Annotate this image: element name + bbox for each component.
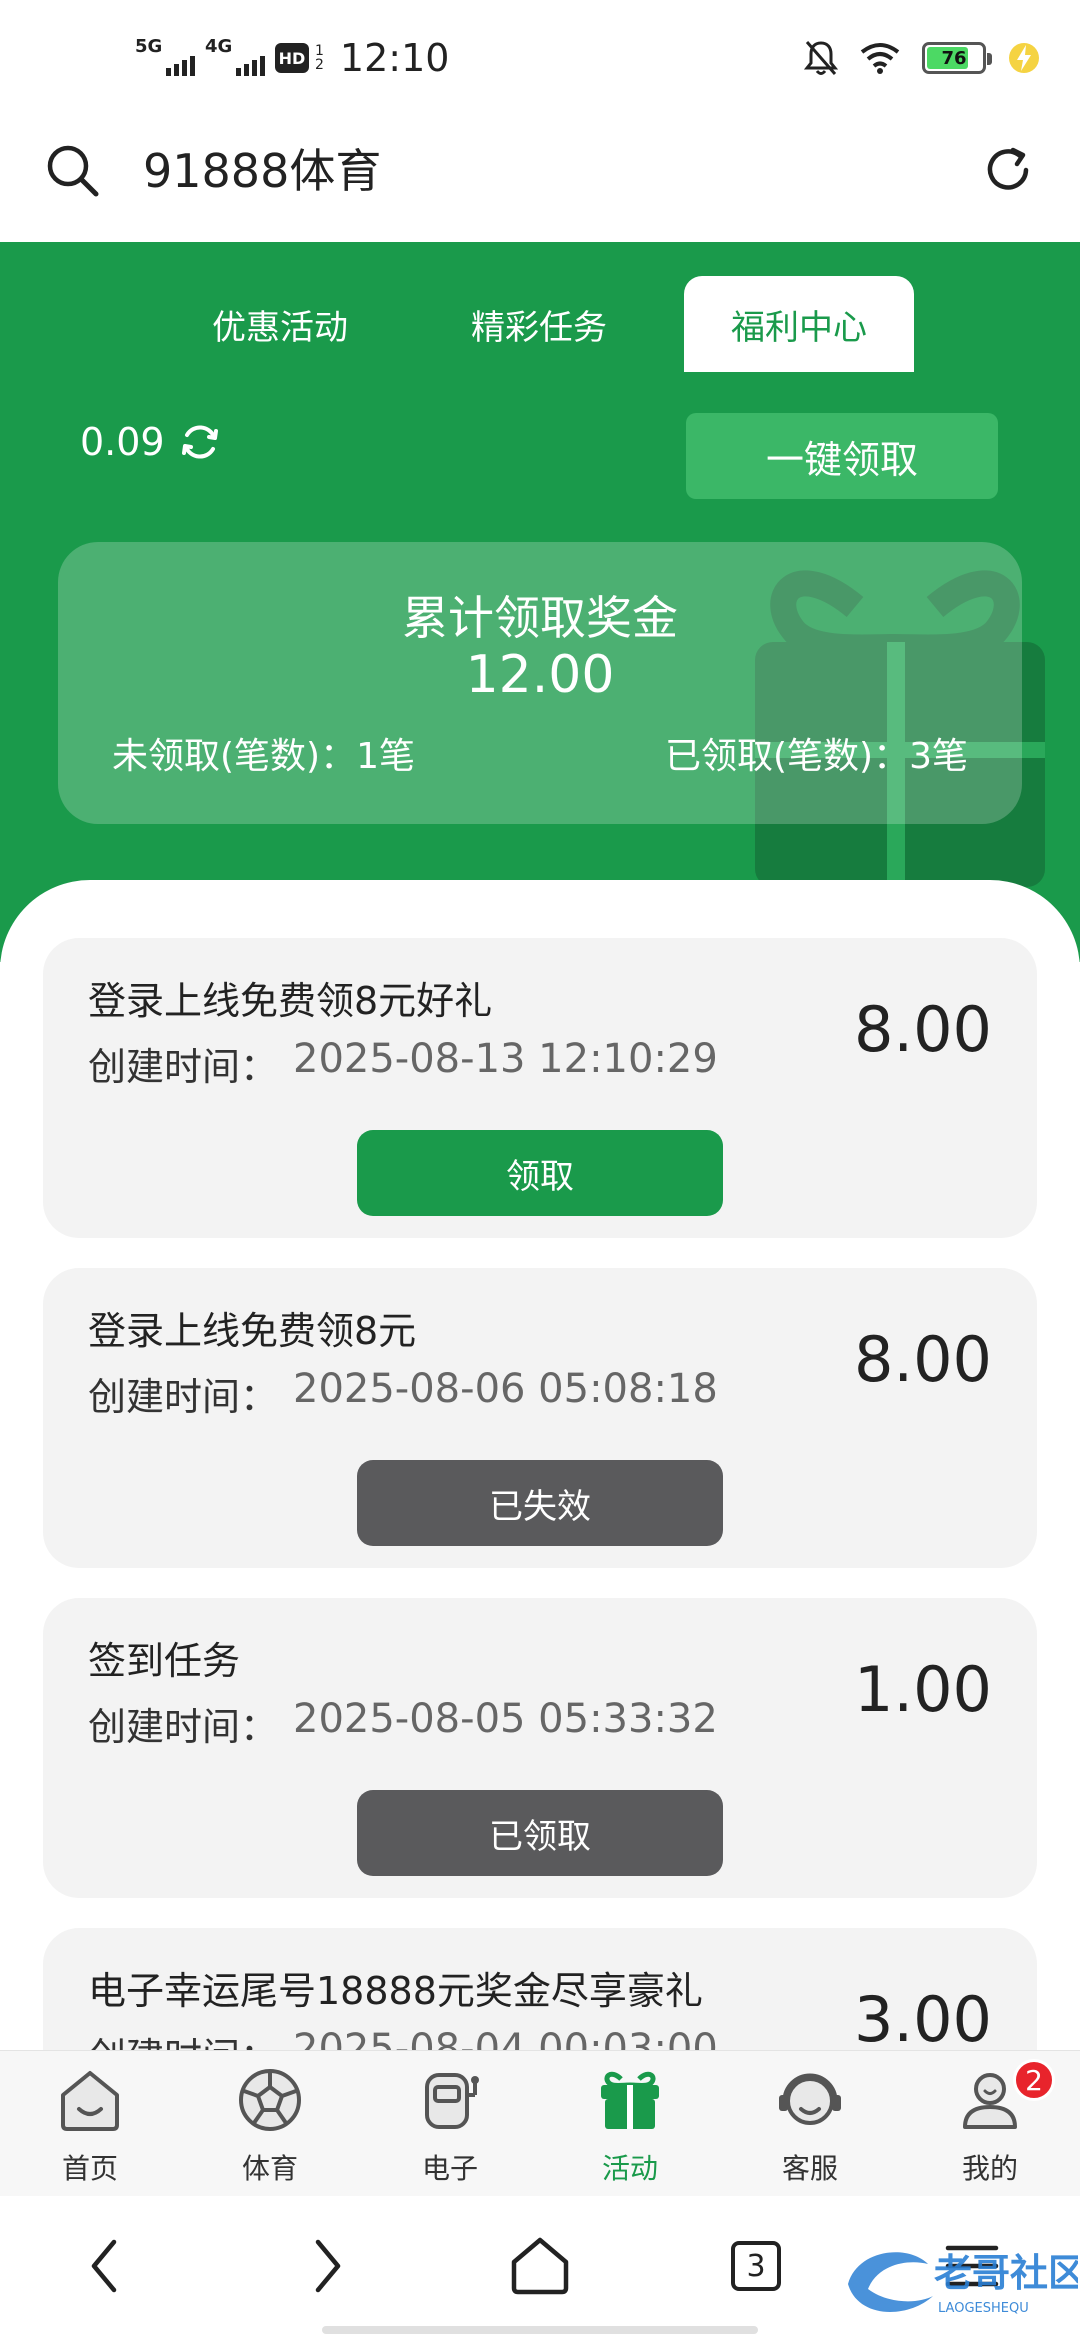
record-title: 登录上线免费领8元好礼 bbox=[88, 979, 493, 1023]
balance: 0.09 bbox=[80, 420, 221, 464]
welfare-panel: 优惠活动 精彩任务 福利中心 0.09 一键领取 累计领取奖金 12.00 未领… bbox=[0, 242, 1080, 962]
tabbar-label-sports: 体育 bbox=[241, 2152, 298, 2185]
tabbar-label-home: 首页 bbox=[61, 2152, 118, 2185]
claimed-count: 已领取(笔数)：3笔 bbox=[665, 736, 968, 777]
claim-all-button[interactable]: 一键领取 bbox=[686, 413, 998, 499]
headset-icon bbox=[779, 2073, 841, 2125]
hd-slot-top: 1 bbox=[315, 43, 324, 59]
charging-icon bbox=[1009, 43, 1039, 73]
home-indicator[interactable] bbox=[322, 2326, 758, 2334]
record-amount: 3.00 bbox=[853, 1983, 992, 2050]
system-navigation-bar: 3 老哥社区 LAOGESHEQU bbox=[0, 2196, 1080, 2340]
signal-5g-label: 5G bbox=[135, 36, 163, 57]
refresh-icon[interactable] bbox=[980, 142, 1036, 198]
tabbar-item-home[interactable]: 首页 bbox=[0, 2051, 180, 2197]
expired-button[interactable]: 已失效 bbox=[357, 1460, 723, 1546]
unclaimed-count: 未领取(笔数)：1笔 bbox=[112, 736, 415, 777]
signal-5g-icon: 5G bbox=[135, 36, 195, 80]
forward-icon[interactable] bbox=[286, 2226, 366, 2306]
battery-percent: 76 bbox=[941, 47, 967, 69]
signal-4g-icon: 4G bbox=[205, 36, 265, 80]
battery-icon: 76 bbox=[922, 42, 992, 74]
gift-icon bbox=[601, 2071, 659, 2129]
list-item: 电子幸运尾号18888元奖金尽享豪礼 创建时间： 2025-08-04 00:0… bbox=[43, 1928, 1037, 2050]
tab-welfare-center[interactable]: 福利中心 bbox=[684, 276, 914, 372]
record-amount: 8.00 bbox=[853, 993, 992, 1066]
hd-slot-indicator: 1 2 bbox=[315, 44, 324, 72]
record-title: 签到任务 bbox=[88, 1639, 241, 1683]
page-title: 91888体育 bbox=[143, 144, 382, 198]
tabbar-item-electronic[interactable]: 电子 bbox=[360, 2051, 540, 2197]
reward-list[interactable]: 登录上线免费领8元好礼 创建时间： 2025-08-13 12:10:29 8.… bbox=[0, 880, 1080, 2050]
tabbar-label-activity: 活动 bbox=[601, 2152, 658, 2185]
status-time: 12:10 bbox=[339, 36, 450, 80]
wifi-icon bbox=[860, 43, 900, 74]
tabbar-label-support: 客服 bbox=[781, 2152, 838, 2185]
tabbar-item-activity[interactable]: 活动 bbox=[540, 2051, 720, 2197]
record-amount: 8.00 bbox=[853, 1323, 992, 1396]
soccer-ball-icon bbox=[239, 2069, 301, 2131]
record-time-label: 创建时间： bbox=[88, 1705, 279, 1749]
notification-badge: 2 bbox=[1013, 2059, 1055, 2101]
record-time-label: 创建时间： bbox=[88, 1045, 279, 1089]
slot-machine-icon bbox=[425, 2073, 479, 2129]
record-time: 2025-08-06 05:08:18 bbox=[293, 1366, 718, 1412]
tab-promotions[interactable]: 优惠活动 bbox=[165, 276, 395, 372]
record-time: 2025-08-13 12:10:29 bbox=[293, 1036, 718, 1082]
list-item: 登录上线免费领8元 创建时间： 2025-08-06 05:08:18 8.00… bbox=[43, 1268, 1037, 1568]
balance-refresh-icon[interactable] bbox=[179, 421, 221, 463]
record-time: 2025-08-05 05:33:32 bbox=[293, 1696, 718, 1742]
tabbar-label-mine: 我的 bbox=[961, 2152, 1018, 2185]
list-item: 登录上线免费领8元好礼 创建时间： 2025-08-13 12:10:29 8.… bbox=[43, 938, 1037, 1238]
signal-4g-label: 4G bbox=[205, 36, 233, 57]
list-item: 签到任务 创建时间： 2025-08-05 05:33:32 1.00 已领取 bbox=[43, 1598, 1037, 1898]
tabbar-item-support[interactable]: 客服 bbox=[720, 2051, 900, 2197]
home-nav-icon[interactable] bbox=[500, 2226, 580, 2306]
watermark-text: 老哥社区 bbox=[934, 2251, 1078, 2295]
record-title: 登录上线免费领8元 bbox=[88, 1309, 417, 1353]
record-title: 电子幸运尾号18888元奖金尽享豪礼 bbox=[88, 1969, 703, 2013]
home-icon bbox=[61, 2071, 119, 2131]
status-right: 76 bbox=[804, 36, 1040, 80]
summary-amount: 12.00 bbox=[465, 645, 615, 705]
hd-slot-bottom: 2 bbox=[315, 57, 324, 73]
watermark-logo: 老哥社区 LAOGESHEQU bbox=[838, 2234, 1080, 2324]
mute-bell-icon bbox=[804, 41, 838, 75]
record-amount: 1.00 bbox=[853, 1653, 992, 1726]
record-time: 2025-08-04 00:03:00 bbox=[293, 2026, 718, 2050]
claim-button[interactable]: 领取 bbox=[357, 1130, 723, 1216]
search-header: 91888体育 bbox=[0, 110, 1080, 242]
claimed-button[interactable]: 已领取 bbox=[357, 1790, 723, 1876]
hd-voice-icon: HD bbox=[275, 43, 309, 73]
tabbar-item-mine[interactable]: 2 我的 bbox=[900, 2051, 1080, 2197]
status-bar: 5G 4G HD 1 2 12:10 76 bbox=[0, 0, 1080, 110]
watermark-subtext: LAOGESHEQU bbox=[938, 2301, 1029, 2316]
search-icon[interactable] bbox=[42, 140, 102, 200]
tabs-count: 3 bbox=[731, 2241, 781, 2291]
tabbar-label-electronic: 电子 bbox=[421, 2152, 478, 2185]
watermark-dragon-icon: 老哥社区 LAOGESHEQU bbox=[848, 2251, 1080, 2316]
summary-title: 累计领取奖金 bbox=[402, 591, 678, 645]
hd-label: HD bbox=[278, 48, 306, 68]
back-icon[interactable] bbox=[66, 2226, 146, 2306]
balance-value: 0.09 bbox=[80, 420, 165, 464]
tab-tasks[interactable]: 精彩任务 bbox=[424, 276, 654, 372]
bottom-tab-bar: 首页 体育 电子 活动 客服 2 我的 bbox=[0, 2050, 1080, 2196]
tabbar-item-sports[interactable]: 体育 bbox=[180, 2051, 360, 2197]
status-left: 5G 4G HD 1 2 12:10 bbox=[135, 30, 449, 86]
tabs-button[interactable]: 3 bbox=[716, 2226, 796, 2306]
record-time-label: 创建时间： bbox=[88, 2026, 278, 2050]
summary-card: 累计领取奖金 12.00 未领取(笔数)：1笔 已领取(笔数)：3笔 bbox=[58, 542, 1022, 824]
record-time-label: 创建时间： bbox=[88, 1375, 279, 1419]
